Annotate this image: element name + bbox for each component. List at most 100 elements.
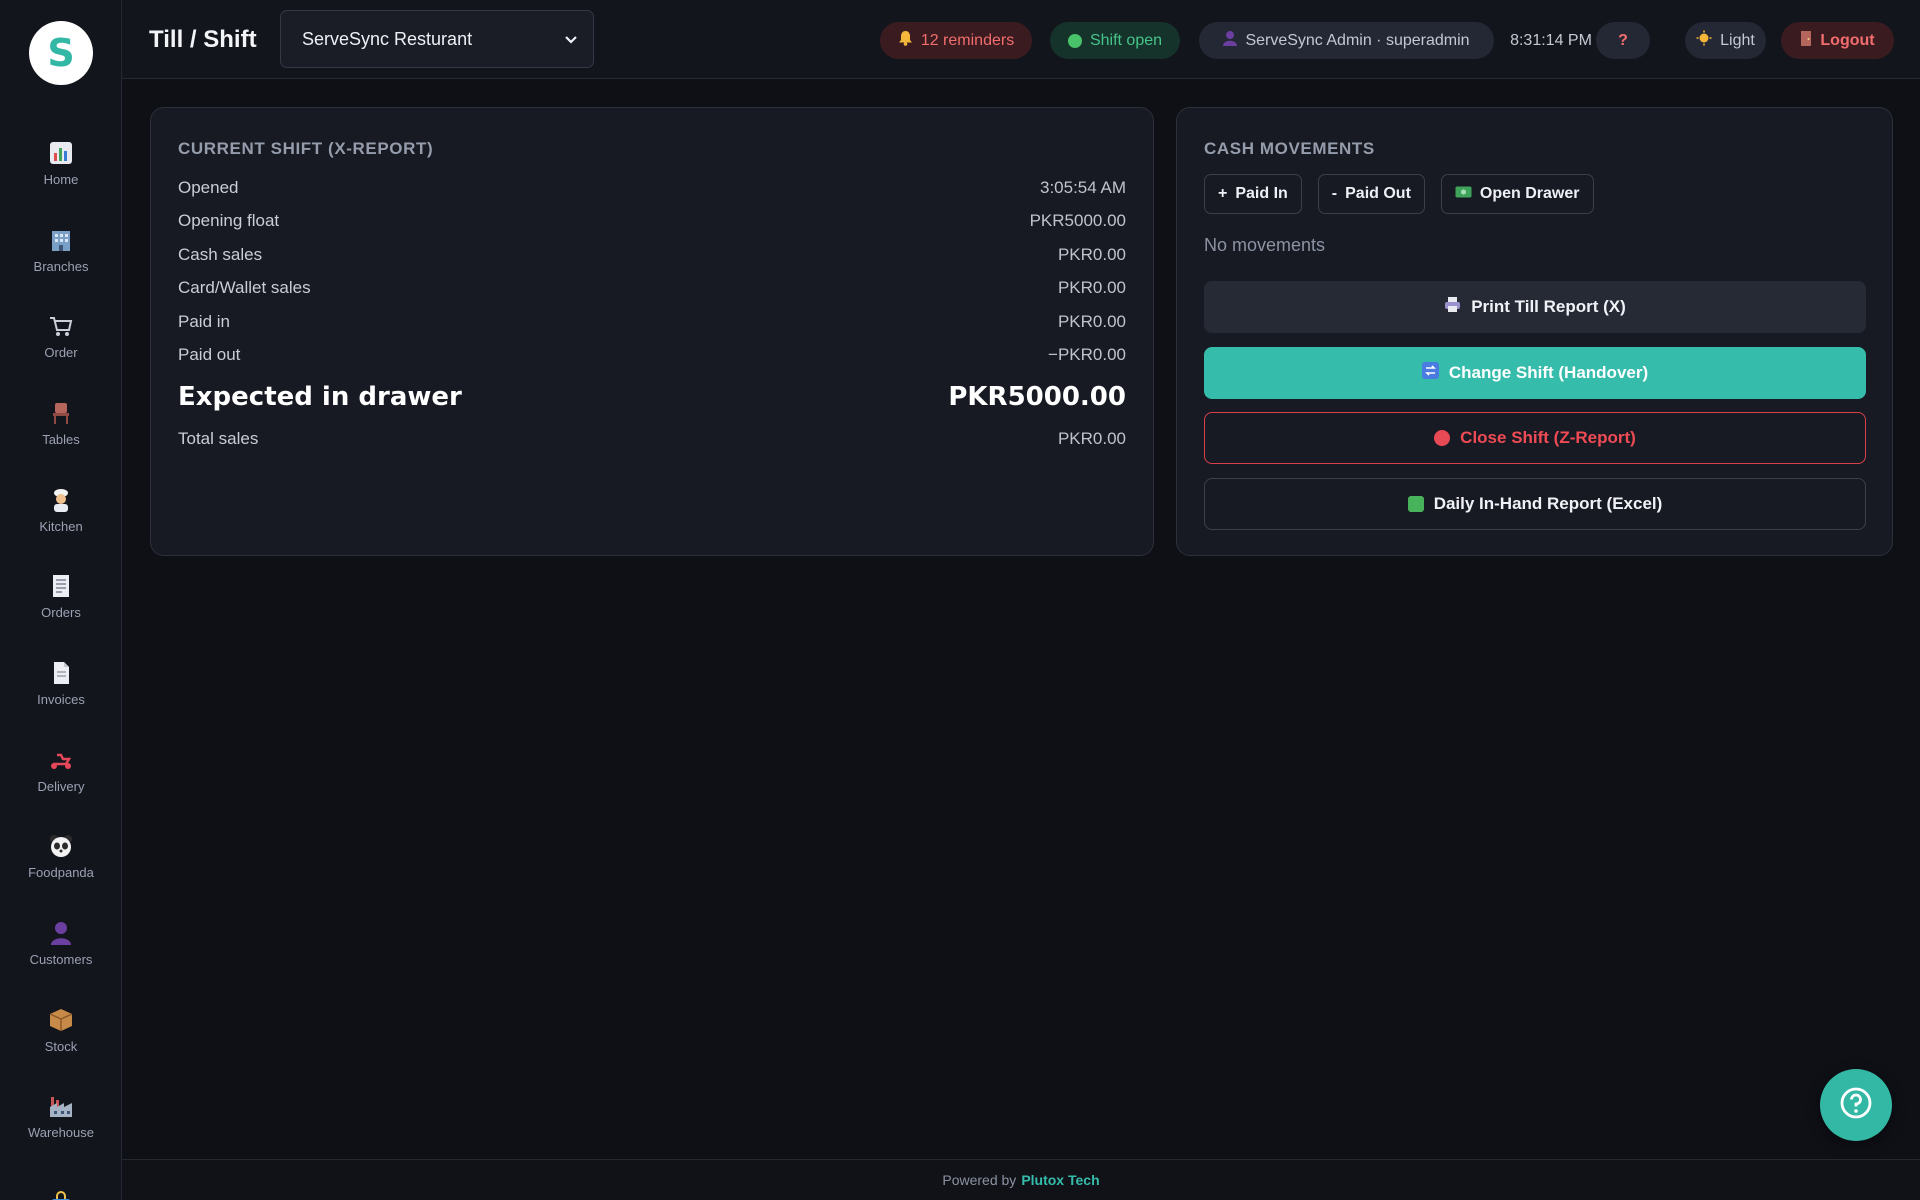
cart-icon [48,313,74,339]
empty-movements-text: No movements [1204,235,1326,255]
sidebar-item-label: Orders [41,605,81,621]
branch-select-value: ServeSync Resturant [302,28,473,49]
minus-icon: - [1331,185,1338,202]
status-dot-icon [1067,33,1082,48]
sidebar-item-orders[interactable]: Orders [0,553,121,640]
swap-icon [1421,362,1439,384]
shift-row-opened: Opened 3:05:54 AM [178,171,1126,205]
theme-toggle[interactable]: Light [1685,22,1766,59]
total-label: Total sales [178,428,259,448]
cash-movements-title: Cash Movements [1204,139,1375,158]
row-value: PKR0.00 [1057,244,1126,264]
open-drawer-button[interactable]: Open Drawer [1440,174,1594,214]
row-label: Opened [178,177,239,197]
sidebar-item-label: Foodpanda [28,865,94,881]
shift-row-paid-out: Paid out −PKR0.00 [178,339,1126,373]
reminders-button[interactable]: 12 reminders [880,22,1032,59]
row-label: Paid in [178,311,230,331]
daily-report-label: Daily In-Hand Report (Excel) [1433,494,1663,513]
reminders-label: 12 reminders [920,31,1015,49]
row-value: PKR0.00 [1057,311,1126,331]
sidebar-item-label: Branches [33,258,89,274]
sidebar-item-label: Tables [42,431,80,447]
sidebar-item-kitchen[interactable]: Kitchen [0,467,121,554]
sidebar-item-label: Stock [44,1038,78,1054]
row-label: Card/Wallet sales [178,278,311,298]
clock: 8:31:14 PM [1510,31,1592,49]
sidebar: S Home Branches Order Tables Kitchen Ord… [0,0,122,1200]
plus-icon: + [1218,185,1228,202]
current-shift-card: Current Shift (X-Report) Opened 3:05:54 … [150,107,1154,556]
expected-value: PKR5000.00 [948,382,1126,412]
sidebar-item-order[interactable]: Order [0,293,121,380]
logout-button[interactable]: Logout [1781,22,1894,59]
open-drawer-label: Open Drawer [1479,185,1580,202]
page-title: Till / Shift [149,26,257,53]
sidebar-item-customers[interactable]: Customers [0,900,121,987]
user-menu[interactable]: ServeSync Admin · superadmin [1199,22,1494,59]
shopping-bag-icon [48,1190,74,1200]
branch-select[interactable]: ServeSync Resturant [280,10,594,68]
shift-row-total-sales: Total sales PKR0.00 [178,422,1126,456]
chef-icon [48,487,74,513]
sun-icon [1696,30,1712,51]
print-till-report-button[interactable]: Print Till Report (X) [1204,281,1866,333]
paid-in-label: Paid In [1235,185,1288,202]
question-circle-icon [1839,1086,1873,1125]
change-shift-label: Change Shift (Handover) [1448,363,1649,382]
sidebar-nav: Home Branches Order Tables Kitchen Order… [0,120,121,1200]
change-shift-button[interactable]: Change Shift (Handover) [1204,347,1866,399]
factory-icon [48,1093,74,1119]
logout-label: Logout [1820,31,1875,49]
user-icon [1223,30,1238,51]
sidebar-item-label: Warehouse [28,1125,94,1141]
daily-report-button[interactable]: Daily In-Hand Report (Excel) [1204,478,1866,530]
row-label: Paid out [178,345,241,365]
building-icon [48,227,74,253]
total-value: PKR0.00 [1057,428,1126,448]
help-button[interactable]: ? [1596,22,1650,59]
shift-row-card-wallet-sales: Card/Wallet sales PKR0.00 [178,272,1126,306]
floating-help-button[interactable] [1820,1069,1892,1141]
bell-icon [898,30,913,51]
user-label: ServeSync Admin · superadmin [1245,31,1470,49]
current-shift-title: Current Shift (X-Report) [178,139,434,158]
close-shift-label: Close Shift (Z-Report) [1460,428,1636,447]
sidebar-item-delivery[interactable]: Delivery [0,727,121,814]
shift-row-paid-in: Paid in PKR0.00 [178,305,1126,339]
sidebar-item-more[interactable] [0,1160,121,1200]
document-icon [48,660,74,686]
shift-status-badge: Shift open [1050,22,1180,59]
theme-label: Light [1720,31,1755,49]
cash-movements-card: Cash Movements + Paid In - Paid Out Open… [1176,107,1893,556]
footer-brand-link[interactable]: Plutox Tech [1021,1172,1099,1188]
sidebar-item-label: Delivery [37,778,85,794]
sidebar-item-label: Customers [29,952,93,968]
expected-label: Expected in drawer [178,382,462,412]
cash-icon [1455,185,1472,203]
sidebar-item-tables[interactable]: Tables [0,380,121,467]
sidebar-item-warehouse[interactable]: Warehouse [0,1074,121,1161]
sidebar-item-foodpanda[interactable]: Foodpanda [0,814,121,901]
sidebar-item-stock[interactable]: Stock [0,987,121,1074]
sidebar-item-invoices[interactable]: Invoices [0,640,121,727]
row-value: PKR0.00 [1057,278,1126,298]
row-label: Cash sales [178,244,263,264]
movement-buttons: + Paid In - Paid Out Open Drawer [1204,174,1594,214]
shift-row-expected: Expected in drawer PKR5000.00 [178,372,1126,422]
logo-letter: S [47,31,75,75]
row-label: Opening float [178,211,280,231]
row-value: PKR5000.00 [1029,211,1126,231]
app-logo[interactable]: S [29,21,93,85]
paid-in-button[interactable]: + Paid In [1204,174,1302,214]
chair-icon [48,400,74,426]
sidebar-item-home[interactable]: Home [0,120,121,207]
receipt-icon [48,573,74,599]
sidebar-item-label: Order [44,345,78,361]
paid-out-button[interactable]: - Paid Out [1317,174,1425,214]
close-shift-button[interactable]: Close Shift (Z-Report) [1204,412,1866,464]
print-till-report-label: Print Till Report (X) [1471,297,1626,316]
scooter-icon [48,747,74,773]
sidebar-item-branches[interactable]: Branches [0,207,121,294]
shift-row-cash-sales: Cash sales PKR0.00 [178,238,1126,272]
